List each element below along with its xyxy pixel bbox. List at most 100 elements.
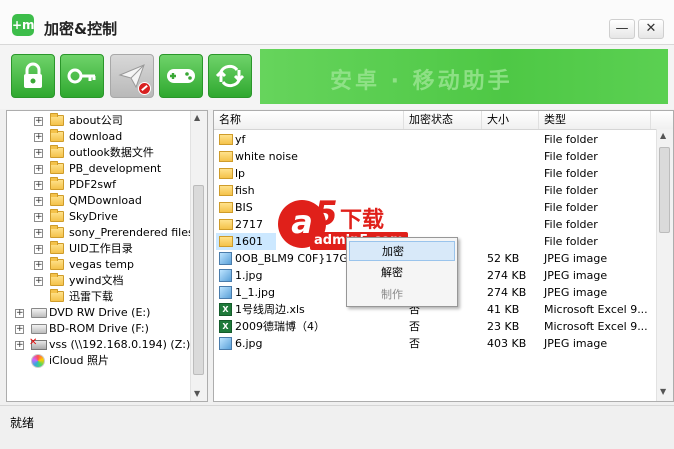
tree-item[interactable]: iCloud 照片 [7, 353, 192, 369]
folder-icon [219, 202, 233, 213]
file-name: yf [235, 133, 246, 146]
image-file-icon [219, 252, 232, 265]
expand-toggle-icon[interactable]: + [34, 229, 43, 238]
scroll-down-icon[interactable]: ▼ [194, 389, 200, 398]
game-control-button[interactable] [159, 54, 203, 98]
list-scroll-down-icon[interactable]: ▼ [660, 387, 666, 396]
disc-drive-icon [31, 308, 47, 318]
promo-banner[interactable]: 安卓 · 移动助手 [260, 49, 668, 104]
file-row[interactable]: X 2009德瑞博（4） 否 23 KB Microsoft Excel 9... [214, 318, 658, 335]
list-header: 名称 加密状态 大小 类型 [214, 111, 673, 130]
folder-icon [219, 219, 233, 230]
file-type: JPEG image [544, 269, 608, 282]
tree-item-label: QMDownload [69, 194, 142, 207]
expand-toggle-icon[interactable]: + [34, 197, 43, 206]
folder-icon [50, 161, 64, 174]
list-scroll-thumb[interactable] [659, 147, 670, 233]
tree-item[interactable]: + outlook数据文件 [7, 145, 192, 161]
folder-icon [219, 185, 233, 196]
column-header-name[interactable]: 名称 [214, 111, 404, 129]
column-header-type[interactable]: 类型 [539, 111, 651, 129]
file-row[interactable]: yf File folder [214, 131, 658, 148]
icloud-photos-icon [31, 354, 45, 368]
file-row[interactable]: fish File folder [214, 182, 658, 199]
folder-icon [50, 225, 64, 238]
file-row[interactable]: white noise File folder [214, 148, 658, 165]
column-header-size[interactable]: 大小 [482, 111, 539, 129]
file-encryption-status: 否 [409, 320, 420, 333]
tree-item-label: UID工作目录 [69, 242, 133, 255]
context-menu-decrypt[interactable]: 解密 [349, 263, 455, 283]
tree-item[interactable]: + SkyDrive [7, 209, 192, 225]
tree-item-label: vss (\\192.168.0.194) (Z:) [49, 338, 191, 351]
expand-toggle-icon[interactable]: + [15, 309, 24, 318]
file-type: File folder [544, 184, 598, 197]
tree-scrollbar[interactable]: ▲ ▼ [190, 111, 207, 401]
tree-item-label: iCloud 照片 [49, 354, 109, 367]
file-type: JPEG image [544, 286, 608, 299]
column-header-encryption-status[interactable]: 加密状态 [404, 111, 482, 129]
expand-toggle-icon[interactable]: + [15, 341, 24, 350]
encrypt-lock-button[interactable] [11, 54, 55, 98]
decrypt-key-button[interactable] [60, 54, 104, 98]
sync-button[interactable] [208, 54, 252, 98]
file-type: Microsoft Excel 9... [544, 320, 648, 333]
tree-item[interactable]: 迅雷下载 [7, 289, 192, 305]
tree-item-label: about公司 [69, 114, 123, 127]
close-button[interactable]: ✕ [638, 19, 664, 39]
context-menu-encrypt[interactable]: 加密 [349, 241, 455, 261]
expand-toggle-icon[interactable]: + [34, 165, 43, 174]
folder-icon [50, 129, 64, 142]
toolbar: 安卓 · 移动助手 [0, 45, 674, 109]
expand-toggle-icon[interactable]: + [34, 245, 43, 254]
file-size: 23 KB [487, 320, 520, 333]
expand-toggle-icon[interactable]: + [34, 117, 43, 126]
folder-icon [50, 257, 64, 270]
tree-item[interactable]: + UID工作目录 [7, 241, 192, 257]
expand-toggle-icon[interactable]: + [15, 325, 24, 334]
tree-item[interactable]: + vss (\\192.168.0.194) (Z:) [7, 335, 192, 353]
expand-toggle-icon[interactable]: + [34, 149, 43, 158]
tree-item[interactable]: + DVD RW Drive (E:) [7, 305, 192, 321]
file-row[interactable]: 6.jpg 否 403 KB JPEG image [214, 335, 658, 352]
file-type: File folder [544, 201, 598, 214]
lock-icon [24, 62, 42, 88]
app-logo-icon: +m [12, 14, 35, 36]
file-type: File folder [544, 133, 598, 146]
tree-item[interactable]: + ywind文档 [7, 273, 192, 289]
title-bar: +m 加密&控制 — ✕ [0, 0, 674, 45]
tree-item-label: DVD RW Drive (E:) [49, 306, 151, 319]
column-header-overflow[interactable] [651, 111, 673, 129]
tree-item[interactable]: + download [7, 129, 192, 145]
tree-item-label: BD-ROM Drive (F:) [49, 322, 149, 335]
list-scroll-up-icon[interactable]: ▲ [660, 131, 666, 140]
banner-text: 安卓 · 移动助手 [330, 69, 513, 94]
folder-tree[interactable]: + about公司 + download + outlook数据文件 + PB_develop… [6, 110, 208, 402]
minimize-button[interactable]: — [609, 19, 635, 39]
expand-toggle-icon[interactable]: + [34, 133, 43, 142]
tree-item[interactable]: + PDF2swf [7, 177, 192, 193]
tree-item-label: 迅雷下载 [69, 290, 113, 303]
expand-toggle-icon[interactable]: + [34, 277, 43, 286]
send-button[interactable] [110, 54, 154, 98]
tree-item[interactable]: + PB_development [7, 161, 192, 177]
file-type: File folder [544, 150, 598, 163]
context-menu-make: 制作 [381, 288, 403, 301]
list-scrollbar[interactable]: ▲ ▼ [656, 129, 673, 401]
file-size: 52 KB [487, 252, 520, 265]
expand-toggle-icon[interactable]: + [34, 213, 43, 222]
file-row[interactable]: lp File folder [214, 165, 658, 182]
expand-toggle-icon[interactable]: + [34, 181, 43, 190]
tree-item[interactable]: + vegas temp [7, 257, 192, 273]
tree-scroll-thumb[interactable] [193, 185, 204, 375]
tree-item[interactable]: + QMDownload [7, 193, 192, 209]
scroll-up-icon[interactable]: ▲ [194, 113, 200, 122]
expand-toggle-icon[interactable]: + [34, 261, 43, 270]
tree-item[interactable]: + about公司 [7, 113, 192, 129]
file-type: File folder [544, 218, 598, 231]
file-name: 2009德瑞博（4） [235, 320, 325, 333]
context-menu: 加密 解密 制作 [346, 237, 458, 307]
folder-icon [50, 209, 64, 222]
tree-item[interactable]: + sony_Prerendered files [7, 225, 194, 241]
key-icon [67, 68, 96, 84]
